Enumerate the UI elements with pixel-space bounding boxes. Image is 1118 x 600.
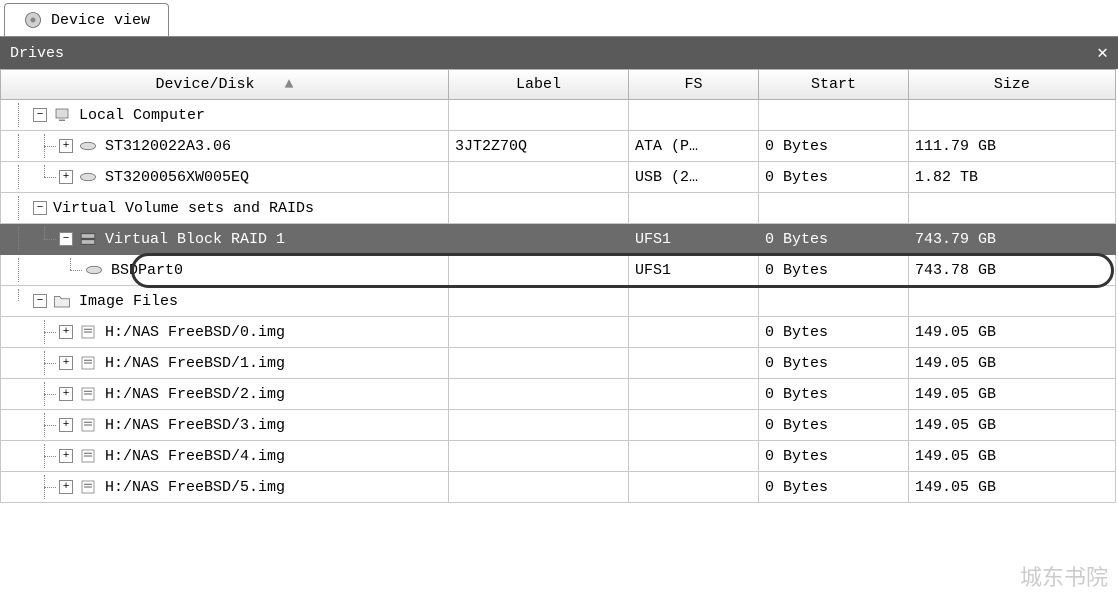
tree-node-disk[interactable]: + ST3200056XW005EQ USB (2… 0 Bytes 1.82 … [1,162,1118,193]
tree-node-raid[interactable]: − Virtual Block RAID 1 UFS1 0 Bytes 743.… [1,224,1118,255]
node-label: H:/NAS FreeBSD/2.img [105,386,285,403]
node-label: H:/NAS FreeBSD/3.img [105,417,285,434]
devices-icon [23,10,43,30]
image-file-icon [79,323,97,341]
collapse-icon[interactable]: − [33,201,47,215]
image-file-icon [79,416,97,434]
tree-node-local[interactable]: − Local Computer [1,100,1118,131]
collapse-icon[interactable]: − [33,108,47,122]
drives-table: Device/Disk▲ Label FS Start Size − Local… [0,69,1118,503]
tree-node-imagefile[interactable]: + H:/NAS FreeBSD/3.img 0 Bytes149.05 GB [1,410,1118,441]
node-label: H:/NAS FreeBSD/1.img [105,355,285,372]
node-label: Local Computer [79,107,205,124]
expand-icon[interactable]: + [59,170,73,184]
tree-node-imagefile[interactable]: + H:/NAS FreeBSD/1.img 0 Bytes149.05 GB [1,348,1118,379]
col-label[interactable]: Label [449,70,629,100]
folder-icon [53,292,71,310]
image-file-icon [79,385,97,403]
node-label: Virtual Volume sets and RAIDs [53,200,314,217]
tree-node-imagefile[interactable]: + H:/NAS FreeBSD/2.img 0 Bytes149.05 GB [1,379,1118,410]
tree-node-imagefile[interactable]: + H:/NAS FreeBSD/4.img 0 Bytes149.05 GB [1,441,1118,472]
expand-icon[interactable]: + [59,449,73,463]
tree-node-images[interactable]: − Image Files [1,286,1118,317]
node-label: Image Files [79,293,178,310]
disk-icon [79,168,97,186]
expand-icon[interactable]: + [59,325,73,339]
col-size[interactable]: Size [909,70,1116,100]
disk-icon [85,261,103,279]
expand-icon[interactable]: + [59,356,73,370]
expand-icon[interactable]: + [59,480,73,494]
disk-icon [79,137,97,155]
computer-icon [53,106,71,124]
collapse-icon[interactable]: − [33,294,47,308]
watermark: 城东书院 [1020,560,1108,592]
tree-node-disk[interactable]: + ST3120022A3.06 3JT2Z70Q ATA (P… 0 Byte… [1,131,1118,162]
image-file-icon [79,447,97,465]
node-label: H:/NAS FreeBSD/5.img [105,479,285,496]
col-start[interactable]: Start [759,70,909,100]
collapse-icon[interactable]: − [59,232,73,246]
node-label: ST3200056XW005EQ [105,169,249,186]
tree-node-imagefile[interactable]: + H:/NAS FreeBSD/0.img 0 Bytes149.05 GB [1,317,1118,348]
table-header: Device/Disk▲ Label FS Start Size [1,70,1118,100]
node-label: ST3120022A3.06 [105,138,231,155]
close-icon[interactable]: ✕ [1097,42,1108,64]
tree-node-imagefile[interactable]: + H:/NAS FreeBSD/5.img 0 Bytes149.05 GB [1,472,1118,503]
tab-device-view[interactable]: Device view [4,3,169,36]
expand-icon[interactable]: + [59,418,73,432]
node-label: H:/NAS FreeBSD/0.img [105,324,285,341]
expand-icon[interactable]: + [59,139,73,153]
col-device[interactable]: Device/Disk▲ [1,70,449,100]
tree-node-partition[interactable]: BSDPart0 UFS1 0 Bytes 743.78 GB [1,255,1118,286]
panel-title: Drives [10,45,64,62]
image-file-icon [79,354,97,372]
node-label: BSDPart0 [111,262,183,279]
tab-bar: Device view [0,0,1118,37]
tab-label: Device view [51,12,150,29]
tree-node-virtual[interactable]: − Virtual Volume sets and RAIDs [1,193,1118,224]
node-label: Virtual Block RAID 1 [105,231,285,248]
panel-title-bar: Drives ✕ [0,37,1118,69]
node-label: H:/NAS FreeBSD/4.img [105,448,285,465]
expand-icon[interactable]: + [59,387,73,401]
sort-asc-icon: ▲ [285,76,294,93]
raid-icon [79,230,97,248]
image-file-icon [79,478,97,496]
col-fs[interactable]: FS [629,70,759,100]
